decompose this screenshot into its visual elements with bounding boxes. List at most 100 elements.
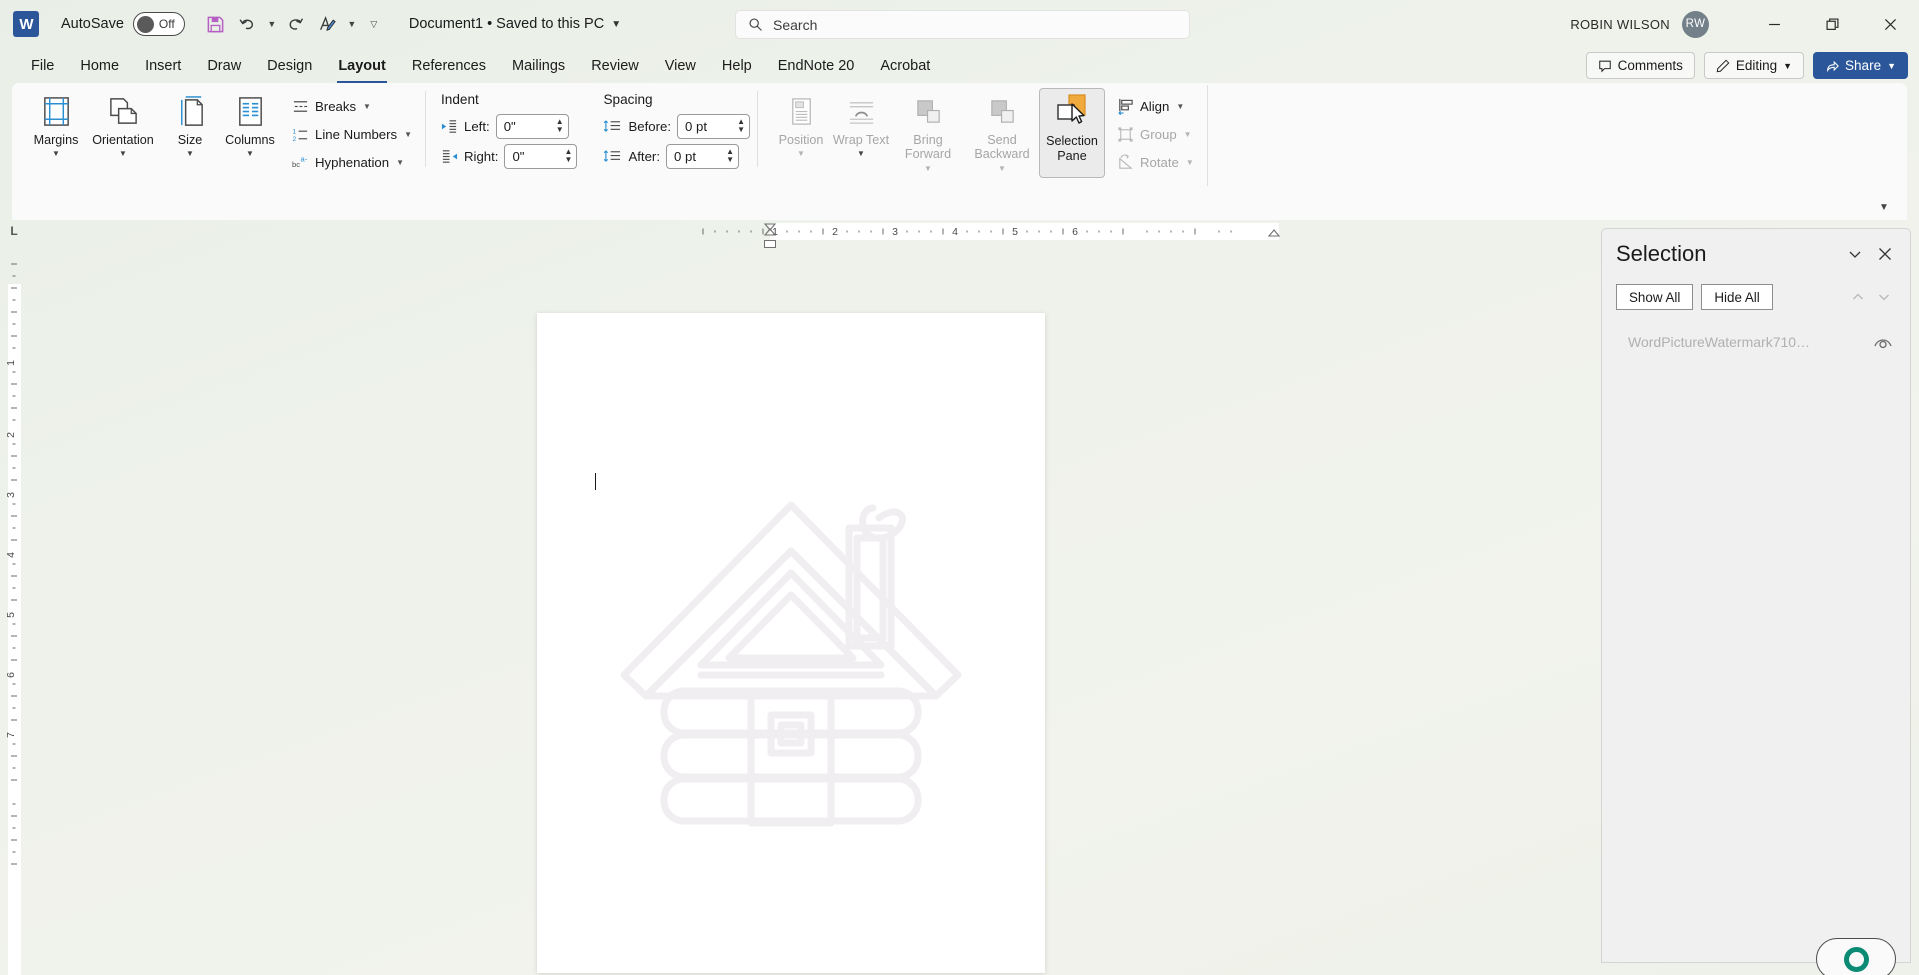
- format-painter-icon[interactable]: [313, 9, 343, 39]
- rotate-button[interactable]: Rotate ▼: [1111, 150, 1200, 175]
- document-page[interactable]: [537, 313, 1045, 973]
- size-button[interactable]: Size ▼: [160, 88, 220, 176]
- tab-home[interactable]: Home: [67, 48, 132, 83]
- spinner-arrows[interactable]: ▲▼: [726, 145, 734, 168]
- chevron-down-icon[interactable]: ▼: [186, 149, 194, 158]
- line-numbers-button[interactable]: 12 Line Numbers ▼: [286, 122, 418, 147]
- chevron-down-icon[interactable]: ▼: [1783, 61, 1792, 71]
- chevron-down-icon[interactable]: ▼: [611, 19, 621, 30]
- tab-view[interactable]: View: [652, 48, 709, 83]
- chevron-down-icon[interactable]: ▼: [797, 149, 805, 158]
- share-button[interactable]: Share ▼: [1813, 52, 1908, 79]
- send-backward-button[interactable]: Send Backward ▼: [965, 88, 1039, 176]
- hide-all-button[interactable]: Hide All: [1701, 284, 1772, 310]
- columns-button[interactable]: Columns ▼: [220, 88, 280, 176]
- svg-text:2: 2: [5, 432, 17, 438]
- tab-design[interactable]: Design: [254, 48, 325, 83]
- spacing-before-label: Before:: [628, 119, 671, 134]
- chevron-down-icon[interactable]: ▼: [119, 149, 127, 158]
- hyphenation-button[interactable]: bca- Hyphenation ▼: [286, 150, 418, 175]
- chevron-down-icon[interactable]: ▼: [246, 149, 254, 158]
- bring-forward-icon: [913, 92, 944, 130]
- tab-endnote-20[interactable]: EndNote 20: [765, 48, 868, 83]
- selection-pane-icon: [1052, 93, 1092, 131]
- search-input[interactable]: Search: [735, 10, 1190, 39]
- bring-forward-button[interactable]: Bring Forward ▼: [891, 88, 965, 176]
- restore-button[interactable]: [1803, 0, 1861, 48]
- customize-qat-icon[interactable]: ▽: [361, 9, 387, 39]
- tab-mailings[interactable]: Mailings: [499, 48, 578, 83]
- group-button[interactable]: Group ▼: [1111, 122, 1200, 147]
- group-icon: [1117, 126, 1134, 143]
- spinner-arrows[interactable]: ▲▼: [565, 145, 573, 168]
- document-canvas[interactable]: [28, 242, 1553, 975]
- draw-dropdown-icon[interactable]: ▼: [345, 9, 359, 39]
- svg-text:4: 4: [952, 226, 958, 238]
- margins-icon: [40, 92, 73, 130]
- position-button[interactable]: Position ▼: [771, 88, 831, 176]
- tab-help[interactable]: Help: [709, 48, 765, 83]
- move-up-button[interactable]: [1846, 285, 1870, 309]
- chevron-down-icon[interactable]: ▼: [1184, 130, 1192, 139]
- ribbon-separator: [425, 91, 426, 167]
- collapse-ribbon-button[interactable]: ▼: [1873, 197, 1895, 217]
- eye-hidden-icon[interactable]: [1870, 329, 1896, 355]
- send-backward-label: Send Backward: [965, 133, 1039, 162]
- spinner-arrows[interactable]: ▲▼: [556, 115, 564, 138]
- show-all-button[interactable]: Show All: [1616, 284, 1693, 310]
- group-label: Group: [1140, 127, 1177, 142]
- wrap-text-button[interactable]: Wrap Text ▼: [831, 88, 891, 176]
- editing-button[interactable]: Editing ▼: [1704, 52, 1804, 79]
- comments-button[interactable]: Comments: [1586, 52, 1695, 79]
- chevron-down-icon[interactable]: ▼: [1176, 102, 1184, 111]
- selection-pane-close-icon[interactable]: [1870, 239, 1900, 269]
- chevron-down-icon[interactable]: ▼: [857, 149, 865, 158]
- position-icon: [786, 92, 817, 130]
- list-item[interactable]: WordPictureWatermark710…: [1602, 325, 1910, 359]
- spacing-after-input[interactable]: 0 pt ▲▼: [666, 144, 739, 169]
- chevron-down-icon[interactable]: ▼: [1186, 158, 1194, 167]
- spacing-before-input[interactable]: 0 pt ▲▼: [677, 114, 750, 139]
- indent-right-input[interactable]: 0" ▲▼: [504, 144, 577, 169]
- autosave-control[interactable]: AutoSave Off: [61, 12, 185, 36]
- tab-layout[interactable]: Layout: [325, 48, 399, 83]
- tab-draw[interactable]: Draw: [194, 48, 254, 83]
- selection-pane-collapse-icon[interactable]: [1840, 239, 1870, 269]
- chevron-down-icon[interactable]: ▼: [363, 102, 371, 111]
- tab-references[interactable]: References: [399, 48, 499, 83]
- autosave-toggle[interactable]: Off: [133, 12, 185, 36]
- spinner-arrows[interactable]: ▲▼: [737, 115, 745, 138]
- minimize-button[interactable]: [1745, 0, 1803, 48]
- indent-right-label: Right:: [464, 149, 498, 164]
- align-button[interactable]: Align ▼: [1111, 94, 1200, 119]
- save-icon[interactable]: [201, 9, 231, 39]
- avatar[interactable]: RW: [1682, 11, 1709, 38]
- account-area[interactable]: ROBIN WILSON RW: [1570, 0, 1709, 48]
- undo-icon[interactable]: [233, 9, 263, 39]
- margins-button[interactable]: Margins ▼: [26, 88, 86, 176]
- record-button[interactable]: [1816, 938, 1896, 975]
- window-controls: [1745, 0, 1919, 48]
- chevron-down-icon[interactable]: ▼: [52, 149, 60, 158]
- chevron-down-icon[interactable]: ▼: [1887, 61, 1896, 71]
- page-setup-small-commands: Breaks ▼ 12 Line Numbers ▼ bca- Hyphenat…: [286, 88, 418, 175]
- undo-dropdown-icon[interactable]: ▼: [265, 9, 279, 39]
- orientation-button[interactable]: Orientation ▼: [86, 88, 160, 176]
- tab-file[interactable]: File: [18, 48, 67, 83]
- redo-icon[interactable]: [281, 9, 311, 39]
- breaks-button[interactable]: Breaks ▼: [286, 94, 418, 119]
- tab-acrobat[interactable]: Acrobat: [867, 48, 943, 83]
- tab-review[interactable]: Review: [578, 48, 652, 83]
- ribbon-group-arrange: Position ▼ Wrap Text ▼ Bring Forward ▼: [771, 83, 1200, 186]
- chevron-down-icon[interactable]: ▼: [404, 130, 412, 139]
- chevron-down-icon[interactable]: ▼: [924, 164, 932, 173]
- selection-pane-button[interactable]: Selection Pane: [1039, 88, 1105, 178]
- document-title[interactable]: Document1 • Saved to this PC ▼: [409, 16, 621, 32]
- close-button[interactable]: [1861, 0, 1919, 48]
- chevron-down-icon[interactable]: ▼: [998, 164, 1006, 173]
- tab-insert[interactable]: Insert: [132, 48, 194, 83]
- move-down-button[interactable]: [1872, 285, 1896, 309]
- vertical-ruler[interactable]: 1 2 3 4 5 6 7: [0, 242, 28, 975]
- indent-left-input[interactable]: 0" ▲▼: [496, 114, 569, 139]
- chevron-down-icon[interactable]: ▼: [396, 158, 404, 167]
